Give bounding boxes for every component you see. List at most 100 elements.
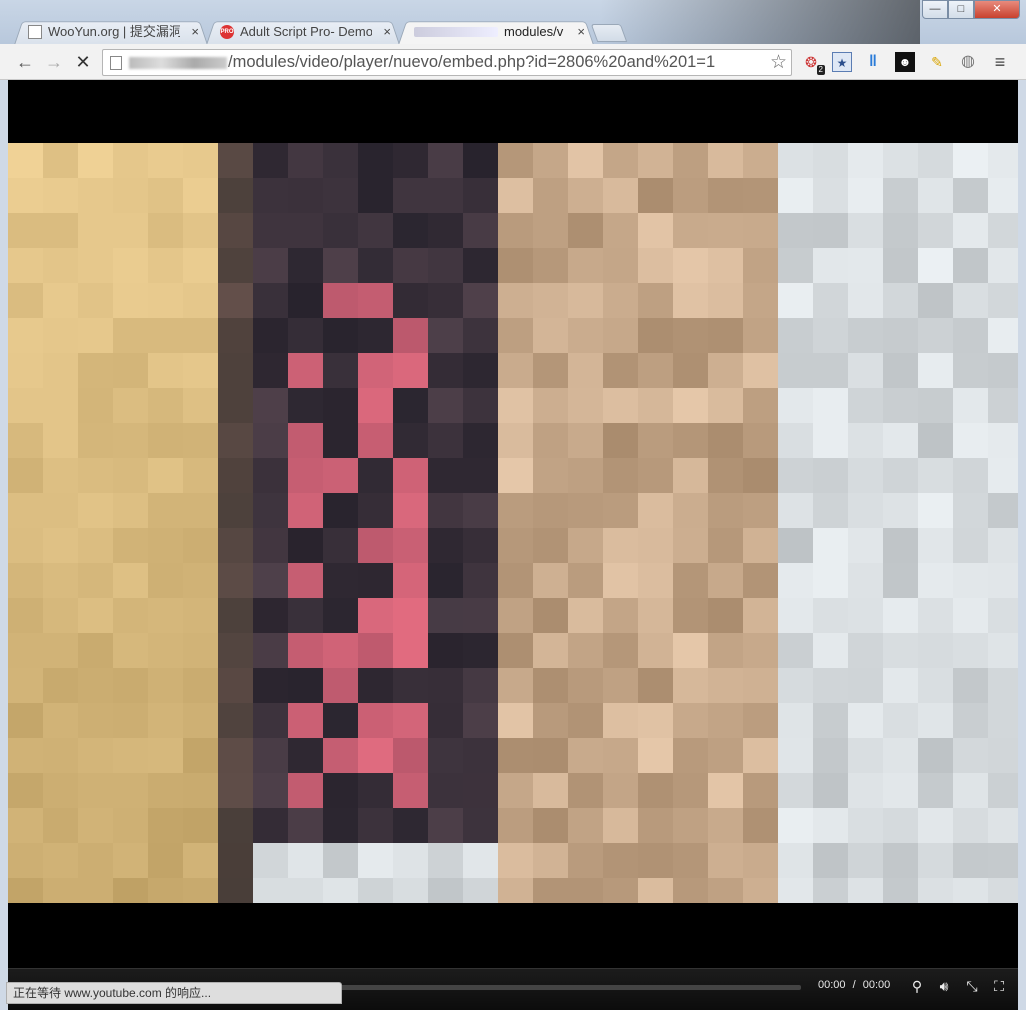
mosaic-cell xyxy=(673,423,708,458)
mosaic-cell xyxy=(988,388,1018,423)
tab-adult-script-pro[interactable]: PRO Adult Script Pro- Demo × xyxy=(206,19,400,45)
mosaic-cell xyxy=(638,843,673,878)
mosaic-cell xyxy=(953,773,988,808)
mosaic-cell xyxy=(988,353,1018,388)
mosaic-cell xyxy=(813,843,848,878)
tab-video-embed[interactable]: modules/v × xyxy=(398,19,594,45)
new-tab-button[interactable] xyxy=(590,24,628,42)
url-path: /modules/video/player/nuevo/embed.php?id… xyxy=(228,53,716,71)
mosaic-cell xyxy=(883,143,918,178)
mosaic-cell xyxy=(638,423,673,458)
mosaic-cell xyxy=(288,773,323,808)
mosaic-cell xyxy=(428,563,463,598)
mosaic-cell xyxy=(183,598,218,633)
mosaic-cell xyxy=(253,598,288,633)
stop-loading-button[interactable]: ✕ xyxy=(71,50,95,74)
mosaic-cell xyxy=(498,318,533,353)
mosaic-cell xyxy=(253,458,288,493)
back-button[interactable]: ← xyxy=(13,50,37,74)
extension-badge-icon[interactable]: ❂ 2 xyxy=(801,52,825,75)
mosaic-cell xyxy=(568,248,603,283)
mosaic-cell xyxy=(113,178,148,213)
ghost-extension-icon[interactable]: ✎ xyxy=(927,52,947,72)
mosaic-cell xyxy=(708,423,743,458)
close-tab-icon[interactable]: × xyxy=(383,19,391,45)
mosaic-cell xyxy=(253,633,288,668)
mosaic-cell xyxy=(568,773,603,808)
mosaic-cell xyxy=(673,143,708,178)
mosaic-cell xyxy=(288,563,323,598)
mosaic-cell xyxy=(113,633,148,668)
mosaic-cell xyxy=(43,318,78,353)
mosaic-cell xyxy=(498,458,533,493)
mosaic-cell xyxy=(78,178,113,213)
mosaic-cell xyxy=(218,283,253,318)
mosaic-cell xyxy=(148,423,183,458)
mosaic-cell xyxy=(358,598,393,633)
fullscreen-icon[interactable]: ⛶ xyxy=(990,977,1008,995)
mosaic-cell xyxy=(743,598,778,633)
mosaic-cell xyxy=(848,213,883,248)
mosaic-cell xyxy=(603,738,638,773)
close-tab-icon[interactable]: × xyxy=(577,19,585,45)
mask-extension-icon[interactable]: ☻ xyxy=(895,52,915,72)
mosaic-cell xyxy=(78,703,113,738)
mosaic-cell xyxy=(743,668,778,703)
mosaic-cell xyxy=(498,843,533,878)
tab-wooyun[interactable]: WooYun.org | 提交漏洞 × xyxy=(14,19,208,45)
zoom-icon[interactable]: ⚲ xyxy=(908,977,926,995)
mosaic-cell xyxy=(743,388,778,423)
minimize-button[interactable]: — xyxy=(922,0,948,19)
menu-icon[interactable]: ≡ xyxy=(990,52,1010,72)
mosaic-cell xyxy=(953,878,988,903)
mosaic-cell xyxy=(778,493,813,528)
mosaic-cell xyxy=(638,318,673,353)
mosaic-cell xyxy=(43,528,78,563)
mosaic-cell xyxy=(848,248,883,283)
mosaic-cell xyxy=(953,213,988,248)
mosaic-cell xyxy=(288,703,323,738)
mosaic-cell xyxy=(743,423,778,458)
mosaic-cell xyxy=(358,878,393,903)
mosaic-cell xyxy=(218,843,253,878)
mosaic-cell xyxy=(533,178,568,213)
mosaic-cell xyxy=(183,668,218,703)
bookmark-star-icon[interactable]: ☆ xyxy=(770,50,787,75)
resize-icon[interactable]: ⤡ xyxy=(963,977,981,995)
mosaic-cell xyxy=(358,248,393,283)
current-time: 00:00 xyxy=(818,979,846,991)
close-tab-icon[interactable]: × xyxy=(191,19,199,45)
mosaic-cell xyxy=(183,738,218,773)
close-window-button[interactable]: ✕ xyxy=(974,0,1020,19)
video-frame[interactable] xyxy=(8,143,1018,903)
mosaic-cell xyxy=(708,773,743,808)
mosaic-cell xyxy=(778,143,813,178)
mosaic-cell xyxy=(918,143,953,178)
mosaic-cell xyxy=(533,248,568,283)
mosaic-cell xyxy=(43,878,78,903)
mosaic-cell xyxy=(358,283,393,318)
globe-extension-icon[interactable]: ◍ xyxy=(958,52,978,72)
tab-title: Adult Script Pro- Demo xyxy=(240,24,372,39)
mosaic-cell xyxy=(743,248,778,283)
mosaic-cell xyxy=(918,843,953,878)
mosaic-cell xyxy=(708,843,743,878)
maximize-button[interactable]: □ xyxy=(948,0,974,19)
mosaic-cell xyxy=(953,178,988,213)
pause-extension-icon[interactable]: ‖ xyxy=(863,52,883,72)
mosaic-cell xyxy=(953,808,988,843)
mosaic-cell xyxy=(603,388,638,423)
address-bar[interactable]: /modules/video/player/nuevo/embed.php?id… xyxy=(102,49,792,76)
mosaic-cell xyxy=(638,388,673,423)
mosaic-cell xyxy=(148,283,183,318)
mosaic-cell xyxy=(183,458,218,493)
bookmark-extension-icon[interactable]: ★ xyxy=(832,52,852,72)
mosaic-cell xyxy=(988,633,1018,668)
forward-button[interactable]: → xyxy=(42,50,66,74)
mosaic-cell xyxy=(183,423,218,458)
mosaic-cell xyxy=(918,318,953,353)
volume-icon[interactable]: 🔊︎ xyxy=(935,977,953,995)
mosaic-cell xyxy=(673,563,708,598)
titlebar-background xyxy=(600,0,920,44)
mosaic-cell xyxy=(43,353,78,388)
